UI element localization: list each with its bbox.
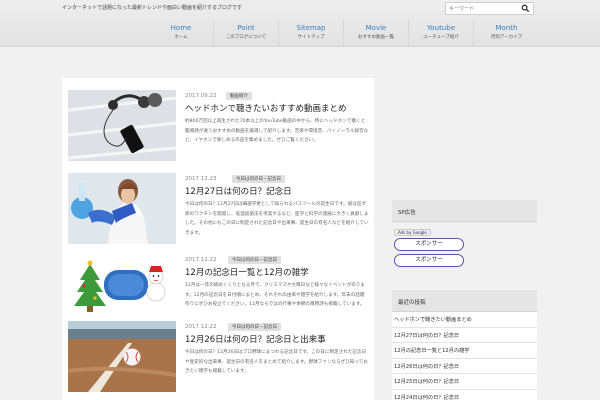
category-badge[interactable]: 今日は何の日・記念日 xyxy=(228,323,281,331)
post-date: 2017.09.22 xyxy=(185,93,217,99)
post-thumbnail[interactable] xyxy=(68,173,176,244)
widget-heading: 最近の投稿 xyxy=(392,290,537,312)
nav-label-jp: 月別アーカイブ xyxy=(490,35,523,40)
search-icon[interactable] xyxy=(521,4,530,13)
post-excerpt: 約800万回以上再生された70本以上のYouTube動画の中から、特にヘッドホン… xyxy=(185,119,369,143)
post-title[interactable]: ヘッドホンで聴きたいおすすめ動画まとめ xyxy=(185,102,347,114)
nav-label-en: Home xyxy=(170,24,192,32)
sponsor-button[interactable]: スポンサー xyxy=(394,254,464,267)
post-list: 2017.09.22 動画紹介 ヘッドホンで聴きたいおすすめ動画まとめ 約800… xyxy=(62,78,374,400)
sidebar-widget-recent: 最近の投稿 ヘッドホンで聴きたい動画まとめ 12月27日は何の日？記念日 12月… xyxy=(392,290,537,400)
nav-label-en: Movie xyxy=(365,24,387,32)
global-nav: Home ホーム Point このブログについて Sitemap サイトマップ … xyxy=(149,20,539,46)
post-excerpt: 12月は一年の締めくくりとなる月で、クリスマスや大晦日など様々なイベントがありま… xyxy=(185,283,365,307)
nav-label-en: Youtube xyxy=(427,24,455,32)
nav-label-jp: サイトマップ xyxy=(297,35,325,40)
post-title[interactable]: 12月の記念日一覧と12月の雑学 xyxy=(185,266,309,278)
post-thumbnail[interactable] xyxy=(68,90,176,161)
sidebar-widget-sp: SP広告 xyxy=(392,200,537,222)
post-thumbnail[interactable] xyxy=(68,254,176,325)
nav-item-movie[interactable]: Movie おすすめ動画一覧 xyxy=(344,20,409,46)
top-header: インターネットで話題になった最新トレンドや面白い動画を紹介するブログです Hom… xyxy=(0,0,600,47)
search-input[interactable] xyxy=(449,4,519,14)
nav-label-jp: おすすめ動画一覧 xyxy=(358,35,394,40)
sidebar-link[interactable]: ヘッドホンで聴きたい動画まとめ xyxy=(392,312,537,328)
nav-label-jp: ホーム xyxy=(174,35,188,40)
nav-label-en: Sitemap xyxy=(296,24,326,32)
widget-heading: SP広告 xyxy=(392,200,537,222)
nav-label-en: Point xyxy=(237,24,255,32)
nav-label-jp: ユーチューブ紹介 xyxy=(423,35,459,40)
search-box xyxy=(445,2,534,15)
ads-by-google-label[interactable]: Ads by Google xyxy=(394,229,431,236)
category-badge[interactable]: 今日は何の日・記念日 xyxy=(232,175,285,183)
post-date: 2017.12.22 xyxy=(185,257,217,263)
category-badge[interactable]: 動画紹介 xyxy=(226,92,252,100)
post-title[interactable]: 12月26日は何の日？記念日と出来事 xyxy=(185,333,326,345)
nav-item-youtube[interactable]: Youtube ユーチューブ紹介 xyxy=(409,20,474,46)
post-date: 2017.12.22 xyxy=(185,324,217,330)
sidebar-link[interactable]: 12月27日は何の日？記念日 xyxy=(392,328,537,343)
sidebar-link[interactable]: 12月26日は何の日？記念日 xyxy=(392,359,537,374)
sidebar-link[interactable]: 12月の記念日一覧と12月の雑学 xyxy=(392,343,537,359)
post-date: 2017.12.23 xyxy=(185,176,217,182)
sidebar-link[interactable]: 12月25日は何の日？記念日 xyxy=(392,374,537,390)
sponsor-button[interactable]: スポンサー xyxy=(394,238,464,251)
recent-posts-list: ヘッドホンで聴きたい動画まとめ 12月27日は何の日？記念日 12月の記念日一覧… xyxy=(392,312,537,400)
category-badge[interactable]: 今日は何の日・記念日 xyxy=(228,256,281,264)
post-excerpt: 今日は何の日？12月27日は細菌学者として知られるパスツールの誕生日です。彼は狂… xyxy=(185,202,369,236)
nav-item-home[interactable]: Home ホーム xyxy=(149,20,214,46)
nav-item-month[interactable]: Month 月別アーカイブ xyxy=(474,20,539,46)
nav-label-en: Month xyxy=(495,24,518,32)
post-thumbnail[interactable] xyxy=(68,321,176,392)
post-excerpt: 今日は何の日？12月26日はプロ野球にまつわる記念日です。この日に制定された記念… xyxy=(185,350,368,374)
nav-label-jp: このブログについて xyxy=(225,35,267,40)
site-tagline: インターネットで話題になった最新トレンドや面白い動画を紹介するブログです xyxy=(62,5,243,11)
sidebar-link[interactable]: 12月24日は何の日？記念日 xyxy=(392,390,537,400)
nav-item-sitemap[interactable]: Sitemap サイトマップ xyxy=(279,20,344,46)
post-title[interactable]: 12月27日は何の日？記念日 xyxy=(185,185,292,197)
nav-item-point[interactable]: Point このブログについて xyxy=(214,20,279,46)
